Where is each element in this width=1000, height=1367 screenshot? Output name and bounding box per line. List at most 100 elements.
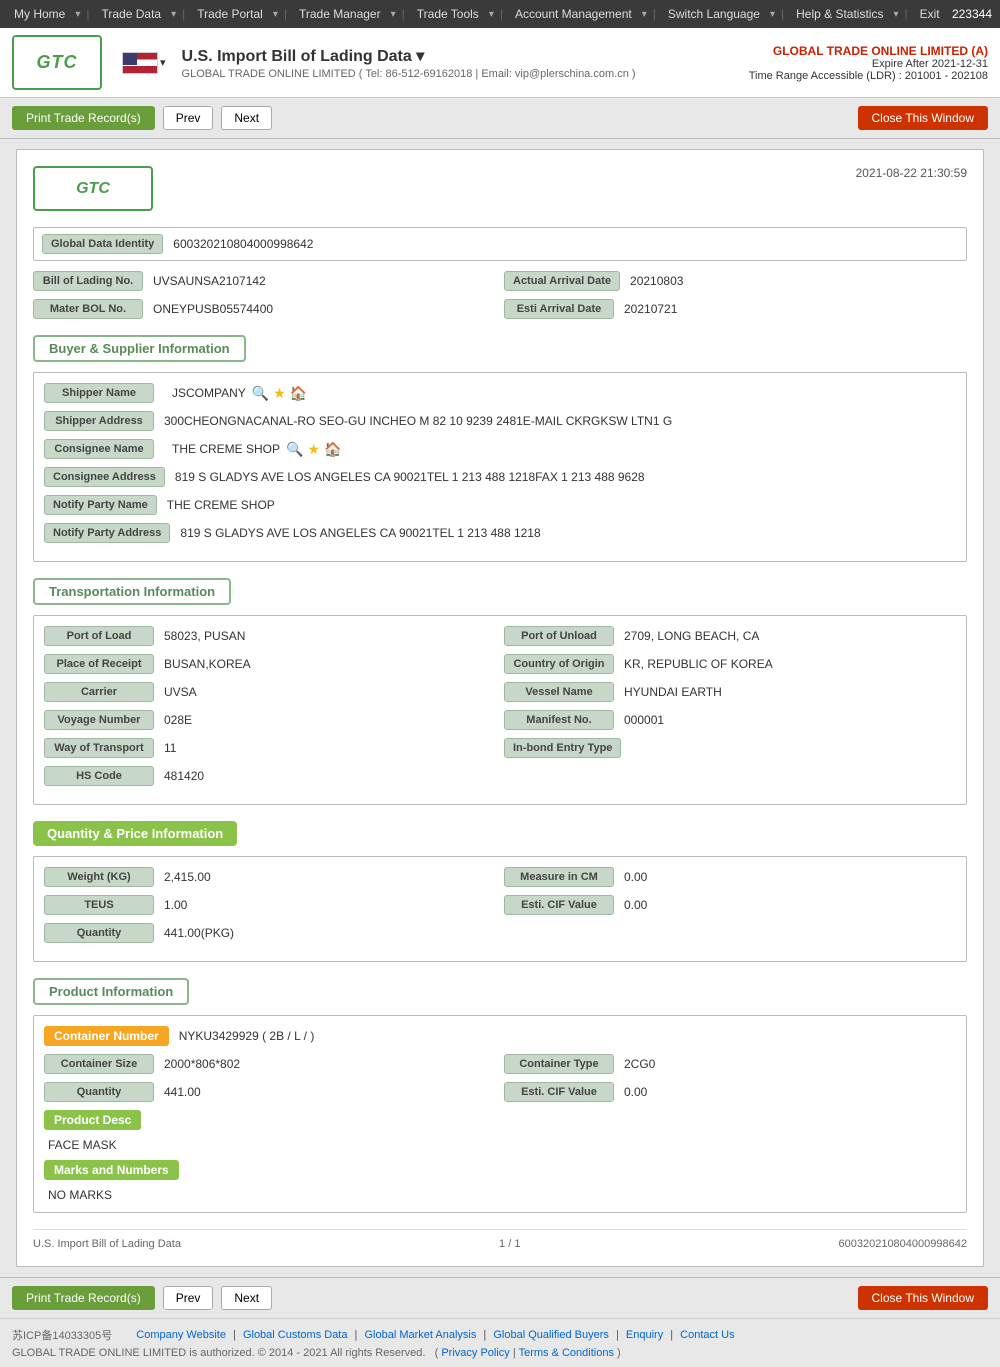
header-bar: GTC ▾ U.S. Import Bill of Lading Data ▾ … (0, 28, 1000, 98)
voyage-manifest-row: Voyage Number 028E Manifest No. 000001 (44, 710, 956, 730)
vessel-name-col: Vessel Name HYUNDAI EARTH (504, 682, 956, 702)
container-type-label: Container Type (504, 1054, 614, 1074)
place-receipt-col: Place of Receipt BUSAN,KOREA (44, 654, 496, 674)
card-logo: GTC (33, 166, 153, 211)
port-unload-col: Port of Unload 2709, LONG BEACH, CA (504, 626, 956, 646)
main-content: GTC 2021-08-22 21:30:59 Global Data Iden… (0, 139, 1000, 1277)
qp-quantity-label: Quantity (44, 923, 154, 943)
footer-enquiry[interactable]: Enquiry (626, 1329, 663, 1341)
card-timestamp: 2021-08-22 21:30:59 (856, 166, 967, 180)
user-id: 223344 (952, 7, 992, 21)
product-desc-row: Product Desc (44, 1110, 956, 1130)
footer-contact[interactable]: Contact Us (680, 1329, 734, 1341)
actual-arrival-col: Actual Arrival Date 20210803 (504, 271, 967, 291)
top-navigation: My Home▾ | Trade Data▾ | Trade Portal▾ |… (0, 0, 1000, 28)
nav-help-statistics[interactable]: Help & Statistics (790, 3, 889, 25)
print-record-button-top[interactable]: Print Trade Record(s) (12, 106, 155, 130)
teus-value: 1.00 (164, 898, 496, 912)
container-number-row: Container Number NYKU3429929 ( 2B / L / … (44, 1026, 956, 1046)
footer-global-market[interactable]: Global Market Analysis (364, 1329, 476, 1341)
country-origin-value: KR, REPUBLIC OF KOREA (624, 657, 956, 671)
quantity-price-content: Weight (KG) 2,415.00 Measure in CM 0.00 … (33, 856, 967, 962)
nav-account-management[interactable]: Account Management (509, 3, 638, 25)
esti-cif-label: Esti. CIF Value (504, 895, 614, 915)
esti-arrival-label: Esti Arrival Date (504, 299, 614, 319)
shipper-address-row: Shipper Address 300CHEONGNACANAL-RO SEO-… (44, 411, 956, 431)
way-transport-label: Way of Transport (44, 738, 154, 758)
close-window-button-bottom[interactable]: Close This Window (858, 1286, 988, 1310)
nav-my-home[interactable]: My Home (8, 3, 71, 25)
nav-trade-data[interactable]: Trade Data (96, 3, 168, 25)
port-unload-label: Port of Unload (504, 626, 614, 646)
marks-row: Marks and Numbers (44, 1160, 956, 1180)
quantity-price-section: Quantity & Price Information Weight (KG)… (33, 821, 967, 962)
record-footer-page: 1 / 1 (499, 1238, 520, 1250)
footer-privacy[interactable]: Privacy Policy (441, 1347, 509, 1359)
container-number-label: Container Number (44, 1026, 169, 1046)
carrier-vessel-row: Carrier UVSA Vessel Name HYUNDAI EARTH (44, 682, 956, 702)
print-record-button-bottom[interactable]: Print Trade Record(s) (12, 1286, 155, 1310)
next-button-top[interactable]: Next (221, 106, 272, 130)
expire-info: Expire After 2021-12-31 (749, 58, 988, 70)
hs-code-row: HS Code 481420 (44, 766, 956, 786)
bol-no-label: Bill of Lading No. (33, 271, 143, 291)
footer-terms[interactable]: Terms & Conditions (519, 1347, 614, 1359)
bottom-toolbar: Print Trade Record(s) Prev Next Close Th… (0, 1277, 1000, 1318)
footer-company-website[interactable]: Company Website (136, 1329, 226, 1341)
consignee-search-icon[interactable]: 🔍 (286, 441, 303, 458)
close-window-button-top[interactable]: Close This Window (858, 106, 988, 130)
next-button-bottom[interactable]: Next (221, 1286, 272, 1310)
nav-trade-manager[interactable]: Trade Manager (293, 3, 387, 25)
shipper-home-icon[interactable]: 🏠 (290, 385, 307, 402)
container-size-value: 2000*806*802 (164, 1057, 496, 1071)
manifest-label: Manifest No. (504, 710, 614, 730)
notify-party-address-label: Notify Party Address (44, 523, 170, 543)
product-title: Product Information (33, 978, 189, 1005)
product-qty-cif-row: Quantity 441.00 Esti. CIF Value 0.00 (44, 1082, 956, 1102)
flag-select[interactable]: ▾ (160, 56, 166, 69)
marks-label: Marks and Numbers (44, 1160, 179, 1180)
consignee-home-icon[interactable]: 🏠 (324, 441, 341, 458)
page-title-dropdown[interactable]: ▾ (416, 48, 424, 65)
prev-button-top[interactable]: Prev (163, 106, 214, 130)
transportation-title: Transportation Information (33, 578, 231, 605)
shipper-name-row: Shipper Name JSCOMPANY 🔍 ★ 🏠 (44, 383, 956, 403)
notify-party-address-value: 819 S GLADYS AVE LOS ANGELES CA 90021TEL… (180, 526, 956, 540)
prev-button-bottom[interactable]: Prev (163, 1286, 214, 1310)
shipper-star-icon[interactable]: ★ (273, 385, 286, 402)
container-type-col: Container Type 2CG0 (504, 1054, 956, 1074)
shipper-name-value: JSCOMPANY (172, 386, 246, 400)
port-unload-value: 2709, LONG BEACH, CA (624, 629, 956, 643)
logo-area: GTC (12, 35, 102, 90)
record-footer: U.S. Import Bill of Lading Data 1 / 1 60… (33, 1229, 967, 1250)
transportation-section: Transportation Information Port of Load … (33, 578, 967, 805)
carrier-value: UVSA (164, 685, 496, 699)
consignee-star-icon[interactable]: ★ (307, 441, 320, 458)
hs-code-label: HS Code (44, 766, 154, 786)
nav-trade-portal[interactable]: Trade Portal (191, 3, 269, 25)
port-load-value: 58023, PUSAN (164, 629, 496, 643)
page-title-area: U.S. Import Bill of Lading Data ▾ GLOBAL… (182, 46, 749, 80)
in-bond-label: In-bond Entry Type (504, 738, 621, 758)
product-cif-value: 0.00 (624, 1085, 956, 1099)
shipper-search-icon[interactable]: 🔍 (252, 385, 269, 402)
page-subtitle: GLOBAL TRADE ONLINE LIMITED ( Tel: 86-51… (182, 68, 749, 80)
measure-cm-label: Measure in CM (504, 867, 614, 887)
global-data-id-label: Global Data Identity (42, 234, 163, 254)
consignee-name-wrapper: THE CREME SHOP 🔍 ★ 🏠 (172, 441, 956, 458)
consignee-name-value: THE CREME SHOP (172, 442, 280, 456)
nav-switch-language[interactable]: Switch Language (662, 3, 766, 25)
buyer-supplier-content: Shipper Name JSCOMPANY 🔍 ★ 🏠 Shipper Add… (33, 372, 967, 562)
port-load-label: Port of Load (44, 626, 154, 646)
container-size-type-row: Container Size 2000*806*802 Container Ty… (44, 1054, 956, 1074)
teus-label: TEUS (44, 895, 154, 915)
product-desc-value: FACE MASK (44, 1138, 956, 1152)
nav-exit[interactable]: Exit (914, 3, 946, 25)
footer-global-qualified[interactable]: Global Qualified Buyers (493, 1329, 609, 1341)
flag-area: ▾ (122, 52, 166, 74)
notify-party-name-label: Notify Party Name (44, 495, 157, 515)
port-row: Port of Load 58023, PUSAN Port of Unload… (44, 626, 956, 646)
manifest-value: 000001 (624, 713, 956, 727)
footer-global-customs[interactable]: Global Customs Data (243, 1329, 348, 1341)
nav-trade-tools[interactable]: Trade Tools (411, 3, 485, 25)
